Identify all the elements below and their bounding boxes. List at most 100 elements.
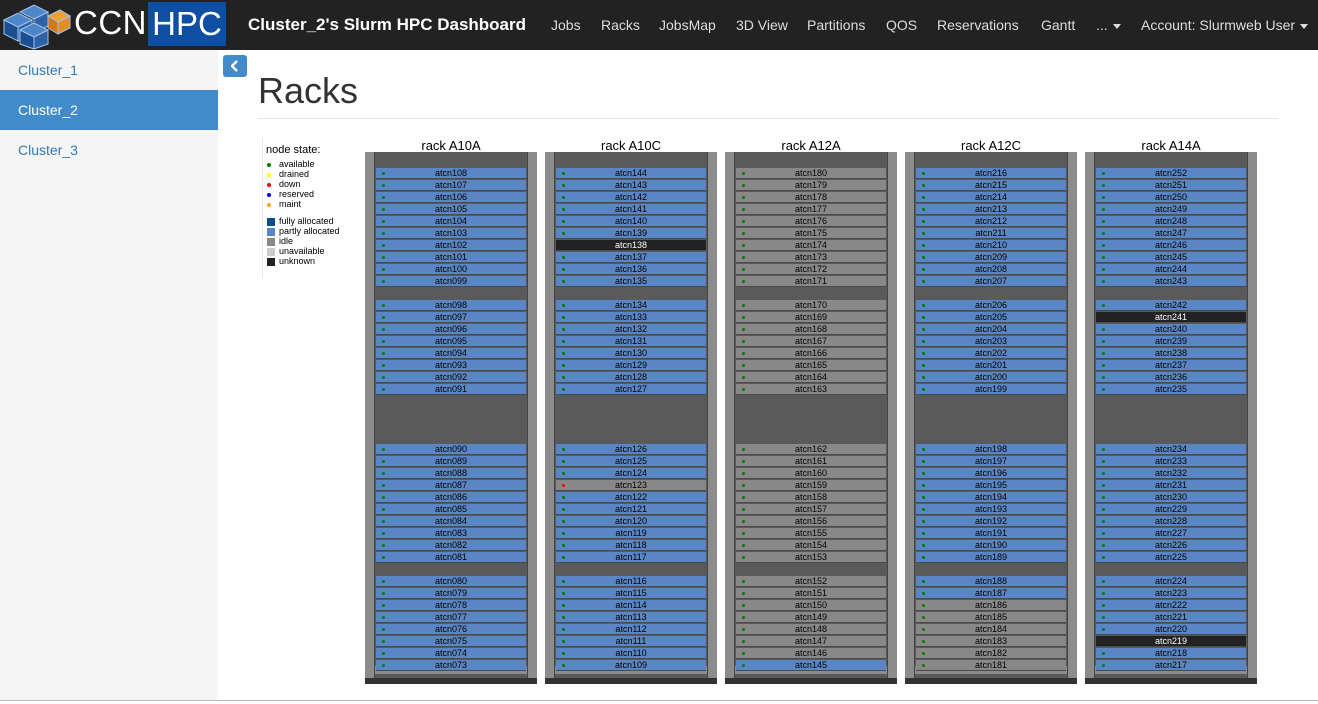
node-atcn225[interactable]: atcn225 (1096, 552, 1246, 563)
node-atcn179[interactable]: atcn179 (736, 180, 886, 191)
node-atcn137[interactable]: atcn137 (556, 252, 706, 263)
node-atcn165[interactable]: atcn165 (736, 360, 886, 371)
node-atcn148[interactable]: atcn148 (736, 624, 886, 635)
node-atcn142[interactable]: atcn142 (556, 192, 706, 203)
node-atcn164[interactable]: atcn164 (736, 372, 886, 383)
node-atcn187[interactable]: atcn187 (916, 588, 1066, 599)
node-atcn178[interactable]: atcn178 (736, 192, 886, 203)
node-atcn081[interactable]: atcn081 (376, 552, 526, 563)
node-atcn094[interactable]: atcn094 (376, 348, 526, 359)
node-atcn252[interactable]: atcn252 (1096, 168, 1246, 179)
node-atcn077[interactable]: atcn077 (376, 612, 526, 623)
node-atcn185[interactable]: atcn185 (916, 612, 1066, 623)
node-atcn176[interactable]: atcn176 (736, 216, 886, 227)
node-atcn247[interactable]: atcn247 (1096, 228, 1246, 239)
nav-more-dropdown[interactable]: ... (1096, 17, 1121, 33)
sidebar-item-cluster-1[interactable]: Cluster_1 (0, 50, 218, 90)
node-atcn208[interactable]: atcn208 (916, 264, 1066, 275)
node-atcn078[interactable]: atcn078 (376, 600, 526, 611)
node-atcn245[interactable]: atcn245 (1096, 252, 1246, 263)
nav-gantt[interactable]: Gantt (1041, 17, 1075, 33)
node-atcn113[interactable]: atcn113 (556, 612, 706, 623)
node-atcn127[interactable]: atcn127 (556, 384, 706, 395)
node-atcn216[interactable]: atcn216 (916, 168, 1066, 179)
node-atcn106[interactable]: atcn106 (376, 192, 526, 203)
node-atcn226[interactable]: atcn226 (1096, 540, 1246, 551)
node-atcn248[interactable]: atcn248 (1096, 216, 1246, 227)
node-atcn201[interactable]: atcn201 (916, 360, 1066, 371)
node-atcn129[interactable]: atcn129 (556, 360, 706, 371)
node-atcn169[interactable]: atcn169 (736, 312, 886, 323)
dashboard-title[interactable]: Cluster_2's Slurm HPC Dashboard (248, 15, 526, 35)
node-atcn237[interactable]: atcn237 (1096, 360, 1246, 371)
node-atcn224[interactable]: atcn224 (1096, 576, 1246, 587)
node-atcn193[interactable]: atcn193 (916, 504, 1066, 515)
node-atcn213[interactable]: atcn213 (916, 204, 1066, 215)
nav-jobsmap[interactable]: JobsMap (659, 17, 716, 33)
node-atcn121[interactable]: atcn121 (556, 504, 706, 515)
node-atcn132[interactable]: atcn132 (556, 324, 706, 335)
node-atcn163[interactable]: atcn163 (736, 384, 886, 395)
node-atcn091[interactable]: atcn091 (376, 384, 526, 395)
node-atcn191[interactable]: atcn191 (916, 528, 1066, 539)
node-atcn100[interactable]: atcn100 (376, 264, 526, 275)
nav-partitions[interactable]: Partitions (807, 17, 865, 33)
node-atcn112[interactable]: atcn112 (556, 624, 706, 635)
node-atcn251[interactable]: atcn251 (1096, 180, 1246, 191)
node-atcn097[interactable]: atcn097 (376, 312, 526, 323)
node-atcn146[interactable]: atcn146 (736, 648, 886, 659)
nav-3d-view[interactable]: 3D View (736, 17, 788, 33)
node-atcn174[interactable]: atcn174 (736, 240, 886, 251)
node-atcn102[interactable]: atcn102 (376, 240, 526, 251)
node-atcn139[interactable]: atcn139 (556, 228, 706, 239)
node-atcn131[interactable]: atcn131 (556, 336, 706, 347)
node-atcn135[interactable]: atcn135 (556, 276, 706, 287)
node-atcn122[interactable]: atcn122 (556, 492, 706, 503)
node-atcn083[interactable]: atcn083 (376, 528, 526, 539)
node-atcn170[interactable]: atcn170 (736, 300, 886, 311)
node-atcn141[interactable]: atcn141 (556, 204, 706, 215)
node-atcn200[interactable]: atcn200 (916, 372, 1066, 383)
node-atcn159[interactable]: atcn159 (736, 480, 886, 491)
node-atcn238[interactable]: atcn238 (1096, 348, 1246, 359)
node-atcn162[interactable]: atcn162 (736, 444, 886, 455)
node-atcn155[interactable]: atcn155 (736, 528, 886, 539)
node-atcn123[interactable]: atcn123 (556, 480, 706, 491)
node-atcn181[interactable]: atcn181 (916, 660, 1066, 671)
node-atcn168[interactable]: atcn168 (736, 324, 886, 335)
node-atcn082[interactable]: atcn082 (376, 540, 526, 551)
node-atcn093[interactable]: atcn093 (376, 360, 526, 371)
node-atcn085[interactable]: atcn085 (376, 504, 526, 515)
node-atcn222[interactable]: atcn222 (1096, 600, 1246, 611)
node-atcn098[interactable]: atcn098 (376, 300, 526, 311)
node-atcn109[interactable]: atcn109 (556, 660, 706, 671)
node-atcn196[interactable]: atcn196 (916, 468, 1066, 479)
node-atcn246[interactable]: atcn246 (1096, 240, 1246, 251)
node-atcn243[interactable]: atcn243 (1096, 276, 1246, 287)
node-atcn076[interactable]: atcn076 (376, 624, 526, 635)
node-atcn073[interactable]: atcn073 (376, 660, 526, 671)
node-atcn120[interactable]: atcn120 (556, 516, 706, 527)
node-atcn110[interactable]: atcn110 (556, 648, 706, 659)
node-atcn136[interactable]: atcn136 (556, 264, 706, 275)
node-atcn167[interactable]: atcn167 (736, 336, 886, 347)
node-atcn236[interactable]: atcn236 (1096, 372, 1246, 383)
node-atcn126[interactable]: atcn126 (556, 444, 706, 455)
node-atcn197[interactable]: atcn197 (916, 456, 1066, 467)
node-atcn240[interactable]: atcn240 (1096, 324, 1246, 335)
node-atcn220[interactable]: atcn220 (1096, 624, 1246, 635)
node-atcn161[interactable]: atcn161 (736, 456, 886, 467)
node-atcn221[interactable]: atcn221 (1096, 612, 1246, 623)
node-atcn095[interactable]: atcn095 (376, 336, 526, 347)
node-atcn232[interactable]: atcn232 (1096, 468, 1246, 479)
node-atcn190[interactable]: atcn190 (916, 540, 1066, 551)
node-atcn202[interactable]: atcn202 (916, 348, 1066, 359)
node-atcn188[interactable]: atcn188 (916, 576, 1066, 587)
node-atcn107[interactable]: atcn107 (376, 180, 526, 191)
node-atcn229[interactable]: atcn229 (1096, 504, 1246, 515)
node-atcn086[interactable]: atcn086 (376, 492, 526, 503)
node-atcn150[interactable]: atcn150 (736, 600, 886, 611)
account-dropdown[interactable]: Account: Slurmweb User (1141, 17, 1309, 33)
node-atcn205[interactable]: atcn205 (916, 312, 1066, 323)
node-atcn203[interactable]: atcn203 (916, 336, 1066, 347)
